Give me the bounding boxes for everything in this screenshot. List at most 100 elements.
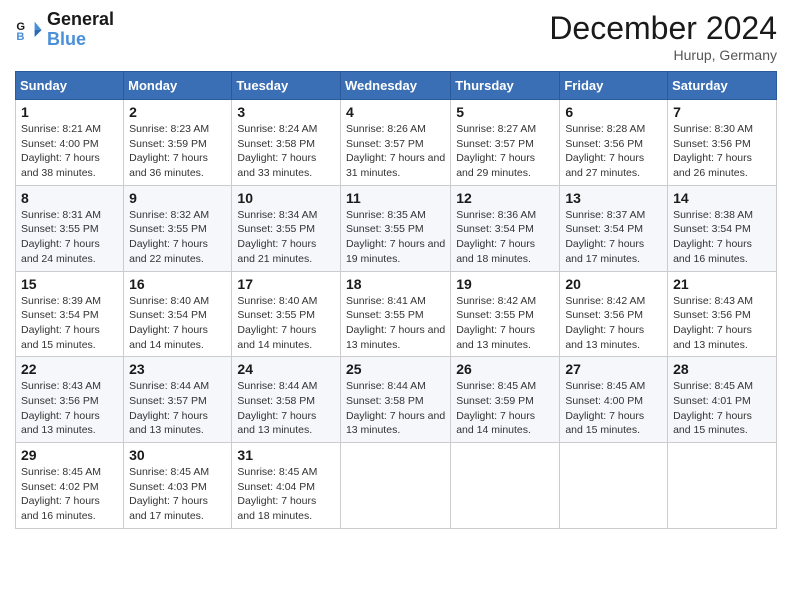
- calendar-cell: [451, 443, 560, 529]
- day-info: Sunrise: 8:31 AM Sunset: 3:55 PM Dayligh…: [21, 208, 118, 267]
- day-number: 25: [346, 361, 445, 377]
- day-info: Sunrise: 8:40 AM Sunset: 3:54 PM Dayligh…: [129, 294, 226, 353]
- weekday-header: Sunday: [16, 72, 124, 100]
- calendar-cell: 8 Sunrise: 8:31 AM Sunset: 3:55 PM Dayli…: [16, 185, 124, 271]
- day-info: Sunrise: 8:43 AM Sunset: 3:56 PM Dayligh…: [673, 294, 771, 353]
- day-number: 20: [565, 276, 662, 292]
- day-number: 14: [673, 190, 771, 206]
- day-info: Sunrise: 8:45 AM Sunset: 3:59 PM Dayligh…: [456, 379, 554, 438]
- day-info: Sunrise: 8:34 AM Sunset: 3:55 PM Dayligh…: [237, 208, 335, 267]
- calendar-cell: 22 Sunrise: 8:43 AM Sunset: 3:56 PM Dayl…: [16, 357, 124, 443]
- day-number: 27: [565, 361, 662, 377]
- day-number: 16: [129, 276, 226, 292]
- calendar-cell: 19 Sunrise: 8:42 AM Sunset: 3:55 PM Dayl…: [451, 271, 560, 357]
- calendar-week-row: 29 Sunrise: 8:45 AM Sunset: 4:02 PM Dayl…: [16, 443, 777, 529]
- day-info: Sunrise: 8:42 AM Sunset: 3:55 PM Dayligh…: [456, 294, 554, 353]
- calendar-cell: 3 Sunrise: 8:24 AM Sunset: 3:58 PM Dayli…: [232, 100, 341, 186]
- calendar-cell: 2 Sunrise: 8:23 AM Sunset: 3:59 PM Dayli…: [124, 100, 232, 186]
- day-number: 21: [673, 276, 771, 292]
- calendar-cell: 31 Sunrise: 8:45 AM Sunset: 4:04 PM Dayl…: [232, 443, 341, 529]
- calendar-cell: 10 Sunrise: 8:34 AM Sunset: 3:55 PM Dayl…: [232, 185, 341, 271]
- day-info: Sunrise: 8:26 AM Sunset: 3:57 PM Dayligh…: [346, 122, 445, 181]
- day-number: 11: [346, 190, 445, 206]
- weekday-header: Thursday: [451, 72, 560, 100]
- day-info: Sunrise: 8:45 AM Sunset: 4:02 PM Dayligh…: [21, 465, 118, 524]
- day-info: Sunrise: 8:32 AM Sunset: 3:55 PM Dayligh…: [129, 208, 226, 267]
- day-info: Sunrise: 8:45 AM Sunset: 4:01 PM Dayligh…: [673, 379, 771, 438]
- month-title: December 2024: [549, 10, 777, 47]
- weekday-header: Wednesday: [340, 72, 450, 100]
- day-info: Sunrise: 8:41 AM Sunset: 3:55 PM Dayligh…: [346, 294, 445, 353]
- calendar-cell: 29 Sunrise: 8:45 AM Sunset: 4:02 PM Dayl…: [16, 443, 124, 529]
- day-number: 6: [565, 104, 662, 120]
- calendar-week-row: 15 Sunrise: 8:39 AM Sunset: 3:54 PM Dayl…: [16, 271, 777, 357]
- day-number: 8: [21, 190, 118, 206]
- day-number: 22: [21, 361, 118, 377]
- day-number: 30: [129, 447, 226, 463]
- location: Hurup, Germany: [549, 47, 777, 63]
- title-block: December 2024 Hurup, Germany: [549, 10, 777, 63]
- calendar-cell: 18 Sunrise: 8:41 AM Sunset: 3:55 PM Dayl…: [340, 271, 450, 357]
- calendar-cell: 7 Sunrise: 8:30 AM Sunset: 3:56 PM Dayli…: [668, 100, 777, 186]
- calendar-week-row: 1 Sunrise: 8:21 AM Sunset: 4:00 PM Dayli…: [16, 100, 777, 186]
- calendar-week-row: 8 Sunrise: 8:31 AM Sunset: 3:55 PM Dayli…: [16, 185, 777, 271]
- day-info: Sunrise: 8:45 AM Sunset: 4:03 PM Dayligh…: [129, 465, 226, 524]
- calendar-cell: [560, 443, 668, 529]
- calendar-cell: 26 Sunrise: 8:45 AM Sunset: 3:59 PM Dayl…: [451, 357, 560, 443]
- calendar-cell: 30 Sunrise: 8:45 AM Sunset: 4:03 PM Dayl…: [124, 443, 232, 529]
- day-info: Sunrise: 8:27 AM Sunset: 3:57 PM Dayligh…: [456, 122, 554, 181]
- calendar-cell: 25 Sunrise: 8:44 AM Sunset: 3:58 PM Dayl…: [340, 357, 450, 443]
- day-number: 15: [21, 276, 118, 292]
- day-number: 13: [565, 190, 662, 206]
- calendar-cell: 1 Sunrise: 8:21 AM Sunset: 4:00 PM Dayli…: [16, 100, 124, 186]
- calendar-cell: 27 Sunrise: 8:45 AM Sunset: 4:00 PM Dayl…: [560, 357, 668, 443]
- calendar-cell: 20 Sunrise: 8:42 AM Sunset: 3:56 PM Dayl…: [560, 271, 668, 357]
- calendar-table: SundayMondayTuesdayWednesdayThursdayFrid…: [15, 71, 777, 529]
- calendar-cell: 14 Sunrise: 8:38 AM Sunset: 3:54 PM Dayl…: [668, 185, 777, 271]
- calendar-cell: 23 Sunrise: 8:44 AM Sunset: 3:57 PM Dayl…: [124, 357, 232, 443]
- day-info: Sunrise: 8:44 AM Sunset: 3:58 PM Dayligh…: [237, 379, 335, 438]
- calendar-cell: 11 Sunrise: 8:35 AM Sunset: 3:55 PM Dayl…: [340, 185, 450, 271]
- day-number: 19: [456, 276, 554, 292]
- day-info: Sunrise: 8:37 AM Sunset: 3:54 PM Dayligh…: [565, 208, 662, 267]
- calendar-cell: 15 Sunrise: 8:39 AM Sunset: 3:54 PM Dayl…: [16, 271, 124, 357]
- day-info: Sunrise: 8:24 AM Sunset: 3:58 PM Dayligh…: [237, 122, 335, 181]
- day-number: 7: [673, 104, 771, 120]
- calendar-cell: 6 Sunrise: 8:28 AM Sunset: 3:56 PM Dayli…: [560, 100, 668, 186]
- calendar-cell: 28 Sunrise: 8:45 AM Sunset: 4:01 PM Dayl…: [668, 357, 777, 443]
- calendar-cell: 4 Sunrise: 8:26 AM Sunset: 3:57 PM Dayli…: [340, 100, 450, 186]
- calendar-cell: [340, 443, 450, 529]
- day-info: Sunrise: 8:39 AM Sunset: 3:54 PM Dayligh…: [21, 294, 118, 353]
- calendar-cell: 16 Sunrise: 8:40 AM Sunset: 3:54 PM Dayl…: [124, 271, 232, 357]
- day-info: Sunrise: 8:44 AM Sunset: 3:58 PM Dayligh…: [346, 379, 445, 438]
- calendar-cell: 24 Sunrise: 8:44 AM Sunset: 3:58 PM Dayl…: [232, 357, 341, 443]
- day-info: Sunrise: 8:23 AM Sunset: 3:59 PM Dayligh…: [129, 122, 226, 181]
- day-number: 12: [456, 190, 554, 206]
- day-number: 26: [456, 361, 554, 377]
- day-number: 1: [21, 104, 118, 120]
- weekday-header: Saturday: [668, 72, 777, 100]
- day-info: Sunrise: 8:44 AM Sunset: 3:57 PM Dayligh…: [129, 379, 226, 438]
- calendar-cell: [668, 443, 777, 529]
- logo-text-line1: General: [47, 10, 114, 30]
- day-number: 31: [237, 447, 335, 463]
- day-number: 24: [237, 361, 335, 377]
- day-info: Sunrise: 8:30 AM Sunset: 3:56 PM Dayligh…: [673, 122, 771, 181]
- day-info: Sunrise: 8:28 AM Sunset: 3:56 PM Dayligh…: [565, 122, 662, 181]
- day-number: 23: [129, 361, 226, 377]
- weekday-header: Monday: [124, 72, 232, 100]
- day-number: 4: [346, 104, 445, 120]
- logo-icon: G B: [15, 16, 43, 44]
- weekday-header: Tuesday: [232, 72, 341, 100]
- calendar-cell: 12 Sunrise: 8:36 AM Sunset: 3:54 PM Dayl…: [451, 185, 560, 271]
- day-number: 29: [21, 447, 118, 463]
- day-number: 28: [673, 361, 771, 377]
- page-header: G B General Blue December 2024 Hurup, Ge…: [15, 10, 777, 63]
- day-info: Sunrise: 8:21 AM Sunset: 4:00 PM Dayligh…: [21, 122, 118, 181]
- day-info: Sunrise: 8:40 AM Sunset: 3:55 PM Dayligh…: [237, 294, 335, 353]
- day-number: 9: [129, 190, 226, 206]
- logo: G B General Blue: [15, 10, 114, 50]
- calendar-cell: 13 Sunrise: 8:37 AM Sunset: 3:54 PM Dayl…: [560, 185, 668, 271]
- svg-text:B: B: [16, 31, 24, 43]
- calendar-cell: 9 Sunrise: 8:32 AM Sunset: 3:55 PM Dayli…: [124, 185, 232, 271]
